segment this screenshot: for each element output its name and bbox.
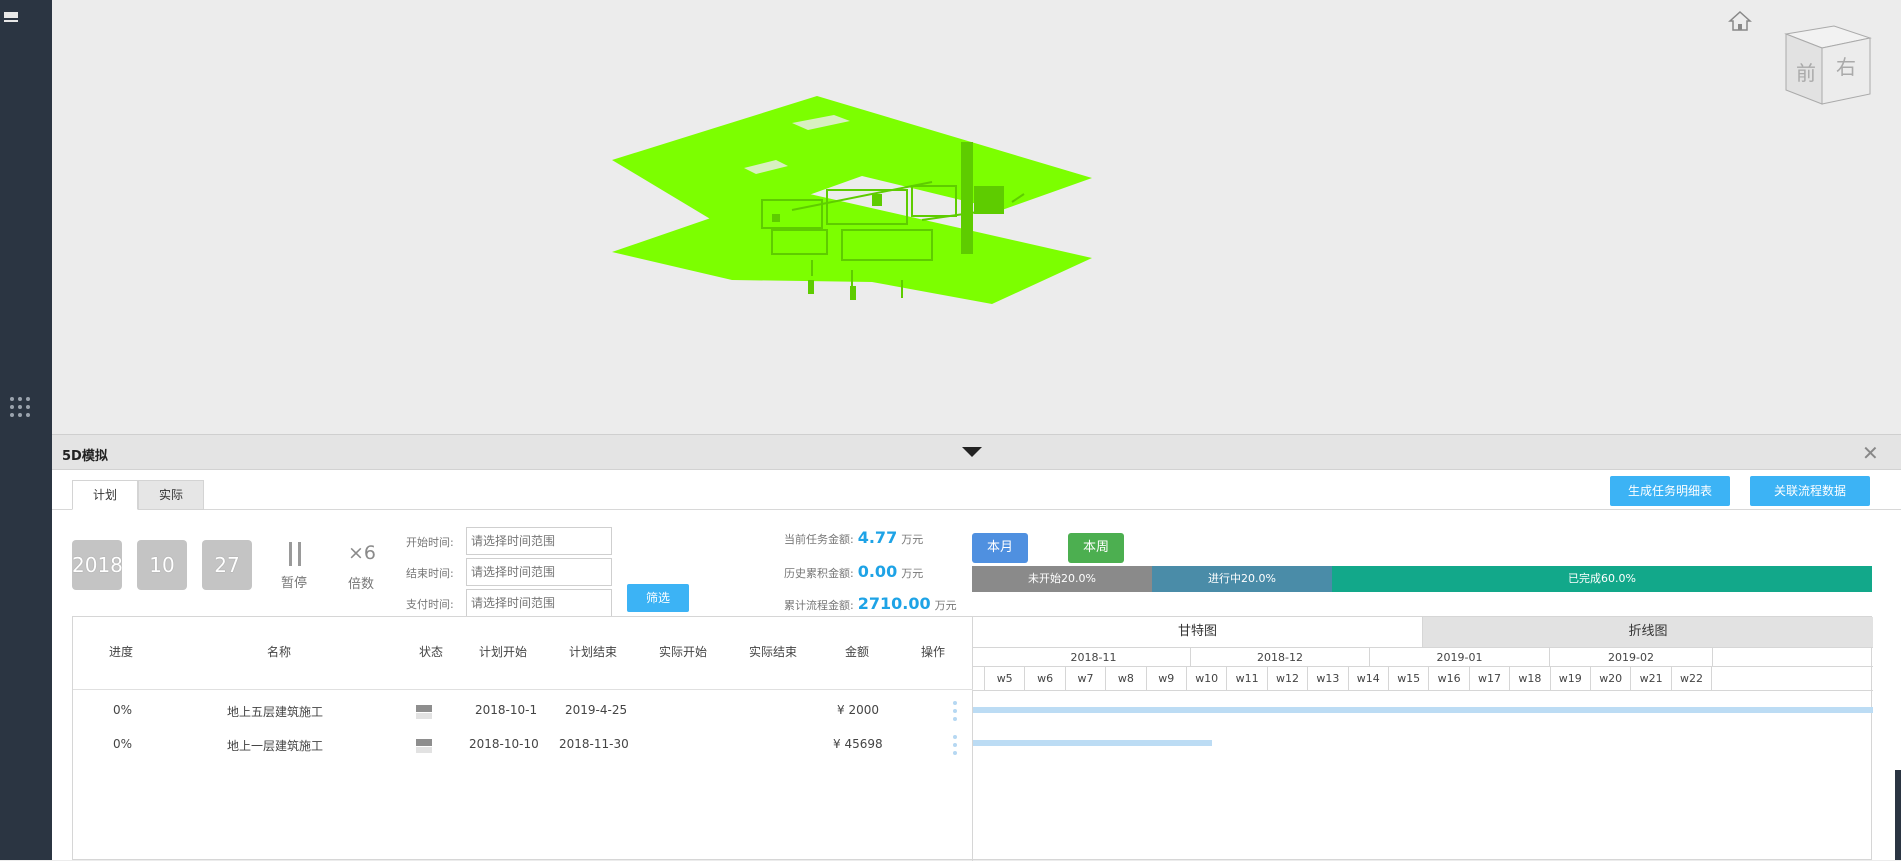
col-name: 名称 <box>267 645 292 659</box>
this-month-button[interactable]: 本月 <box>972 533 1028 563</box>
gantt-week-w14: w14 <box>1349 667 1389 690</box>
tab-plan[interactable]: 计划 <box>72 480 138 510</box>
home-icon[interactable] <box>1728 10 1752 32</box>
gantt-week-w11: w11 <box>1227 667 1268 690</box>
speed-label: 倍数 <box>348 577 375 592</box>
apps-grid-icon[interactable] <box>10 397 32 419</box>
gantt-week-w15: w15 <box>1389 667 1430 690</box>
simulation-panel: 5D模拟 ✕ 计划 实际 生成任务明细表 关联流程数据 2018 10 27 暂… <box>52 434 1901 861</box>
more-options-icon[interactable] <box>953 735 957 755</box>
pay-time-input[interactable] <box>466 589 612 617</box>
gantt-week-w7: w7 <box>1066 667 1107 690</box>
gantt-week-w17: w17 <box>1470 667 1511 690</box>
row-name: 地上五层建筑施工 <box>227 705 324 719</box>
col-actual-start: 实际开始 <box>659 645 708 659</box>
process-amount: 累计流程金额: 2710.00 万元 <box>784 594 957 613</box>
start-time-label: 开始时间: <box>406 536 454 549</box>
pause-icon[interactable] <box>289 542 303 566</box>
task-table: 进度 名称 状态 计划开始 计划结束 实际开始 实际结束 金额 操作 0% 地上… <box>73 617 973 861</box>
row-plan-end: 2019-4-25 <box>565 703 628 717</box>
col-plan-start: 计划开始 <box>479 645 528 659</box>
gantt-week-w9: w9 <box>1147 667 1187 690</box>
filter-button[interactable]: 筛选 <box>627 584 689 612</box>
panel-title: 5D模拟 <box>62 449 108 464</box>
panel-header: 5D模拟 ✕ <box>52 434 1901 470</box>
gantt-week-w22: w22 <box>1672 667 1713 690</box>
pause-label[interactable]: 暂停 <box>281 572 307 591</box>
progress-bar: 未开始20.0% 进行中20.0% 已完成60.0% <box>972 566 1872 592</box>
gantt-bar[interactable] <box>973 707 1873 713</box>
row-amount: ¥ 2000 <box>837 703 879 717</box>
row-progress: 0% <box>113 737 133 751</box>
row-plan-start: 2018-10-1 <box>475 703 538 717</box>
progress-not-started: 未开始20.0% <box>972 566 1152 592</box>
view-cube[interactable]: 前 右 <box>1778 16 1878 108</box>
gantt-bar[interactable] <box>973 740 1212 746</box>
row-progress: 0% <box>113 703 133 717</box>
col-progress: 进度 <box>109 645 134 659</box>
row-plan-start: 2018-10-10 <box>469 737 539 751</box>
more-options-icon[interactable] <box>953 701 957 721</box>
speed-value[interactable]: ×6 <box>348 542 376 564</box>
link-process-data-button[interactable]: 关联流程数据 <box>1750 476 1870 506</box>
this-week-button[interactable]: 本周 <box>1068 533 1124 563</box>
gantt-week-row: w5 w6 w7 w8 w9 w10 w11 w12 w13 w14 w15 w16 w17 w18 w19… <box>973 667 1873 691</box>
generate-task-detail-button[interactable]: 生成任务明细表 <box>1610 476 1730 506</box>
start-time-input[interactable] <box>466 527 612 555</box>
status-icon <box>416 739 432 753</box>
gantt-month-row: 2018-11 2018-12 2019-01 2019-02 <box>973 647 1873 667</box>
gantt-week-w19: w19 <box>1551 667 1591 690</box>
gantt-week-spacer <box>973 667 985 690</box>
row-amount: ¥ 45698 <box>833 737 883 751</box>
gantt-month-2018-11: 2018-11 <box>997 648 1191 667</box>
row-name: 地上一层建筑施工 <box>227 739 324 753</box>
gantt-week-w16: w16 <box>1429 667 1470 690</box>
tab-actual[interactable]: 实际 <box>138 480 204 510</box>
gantt-week-w20: w20 <box>1591 667 1632 690</box>
gantt-week-w21: w21 <box>1631 667 1672 690</box>
gantt-week-w18: w18 <box>1510 667 1551 690</box>
close-icon[interactable]: ✕ <box>1862 443 1879 463</box>
progress-completed: 已完成60.0% <box>1332 566 1872 592</box>
date-month[interactable]: 10 <box>137 540 187 590</box>
col-status: 状态 <box>419 645 444 659</box>
tab-gantt[interactable]: 甘特图 <box>973 617 1423 647</box>
col-amount: 金额 <box>845 645 870 659</box>
col-action: 操作 <box>921 645 946 659</box>
building-model <box>612 96 1092 304</box>
pay-time-label: 支付时间: <box>406 598 454 611</box>
left-sidebar <box>0 0 52 860</box>
model-viewport[interactable]: 前 右 <box>52 0 1901 434</box>
date-year[interactable]: 2018 <box>72 540 123 590</box>
gantt-month-2019-02: 2019-02 <box>1550 648 1713 667</box>
scrollbar-handle[interactable] <box>1895 770 1901 860</box>
status-icon <box>416 705 432 719</box>
gantt-week-w5: w5 <box>985 667 1026 690</box>
end-time-input[interactable] <box>466 558 612 586</box>
col-actual-end: 实际结束 <box>749 645 798 659</box>
gantt-week-w12: w12 <box>1268 667 1309 690</box>
viewcube-right-label: 右 <box>1836 55 1856 79</box>
gantt-week-w10: w10 <box>1187 667 1228 690</box>
collapse-arrow-icon[interactable] <box>962 447 982 457</box>
date-day[interactable]: 27 <box>202 540 252 590</box>
gantt-week-w6: w6 <box>1025 667 1066 690</box>
menu-icon[interactable] <box>4 12 18 24</box>
gantt-month-2019-01: 2019-01 <box>1370 648 1550 667</box>
col-plan-end: 计划结束 <box>569 645 618 659</box>
row-plan-end: 2018-11-30 <box>559 737 629 751</box>
task-area: 进度 名称 状态 计划开始 计划结束 实际开始 实际结束 金额 操作 0% 地上… <box>72 616 1873 861</box>
viewcube-front-label: 前 <box>1796 61 1816 85</box>
current-amount: 当前任务金额: 4.77 万元 <box>784 528 924 547</box>
gantt-chart: 甘特图 折线图 2018-11 2018-12 2019-01 2019-02 w5 w… <box>973 617 1873 861</box>
history-amount: 历史累积金额: 0.00 万元 <box>784 562 924 581</box>
tab-line-chart[interactable]: 折线图 <box>1423 617 1873 647</box>
progress-in-progress: 进行中20.0% <box>1152 566 1332 592</box>
gantt-month-2018-12: 2018-12 <box>1191 648 1370 667</box>
gantt-week-w8: w8 <box>1106 667 1147 690</box>
table-header-divider <box>73 689 973 690</box>
gantt-week-w13: w13 <box>1308 667 1349 690</box>
end-time-label: 结束时间: <box>406 567 454 580</box>
